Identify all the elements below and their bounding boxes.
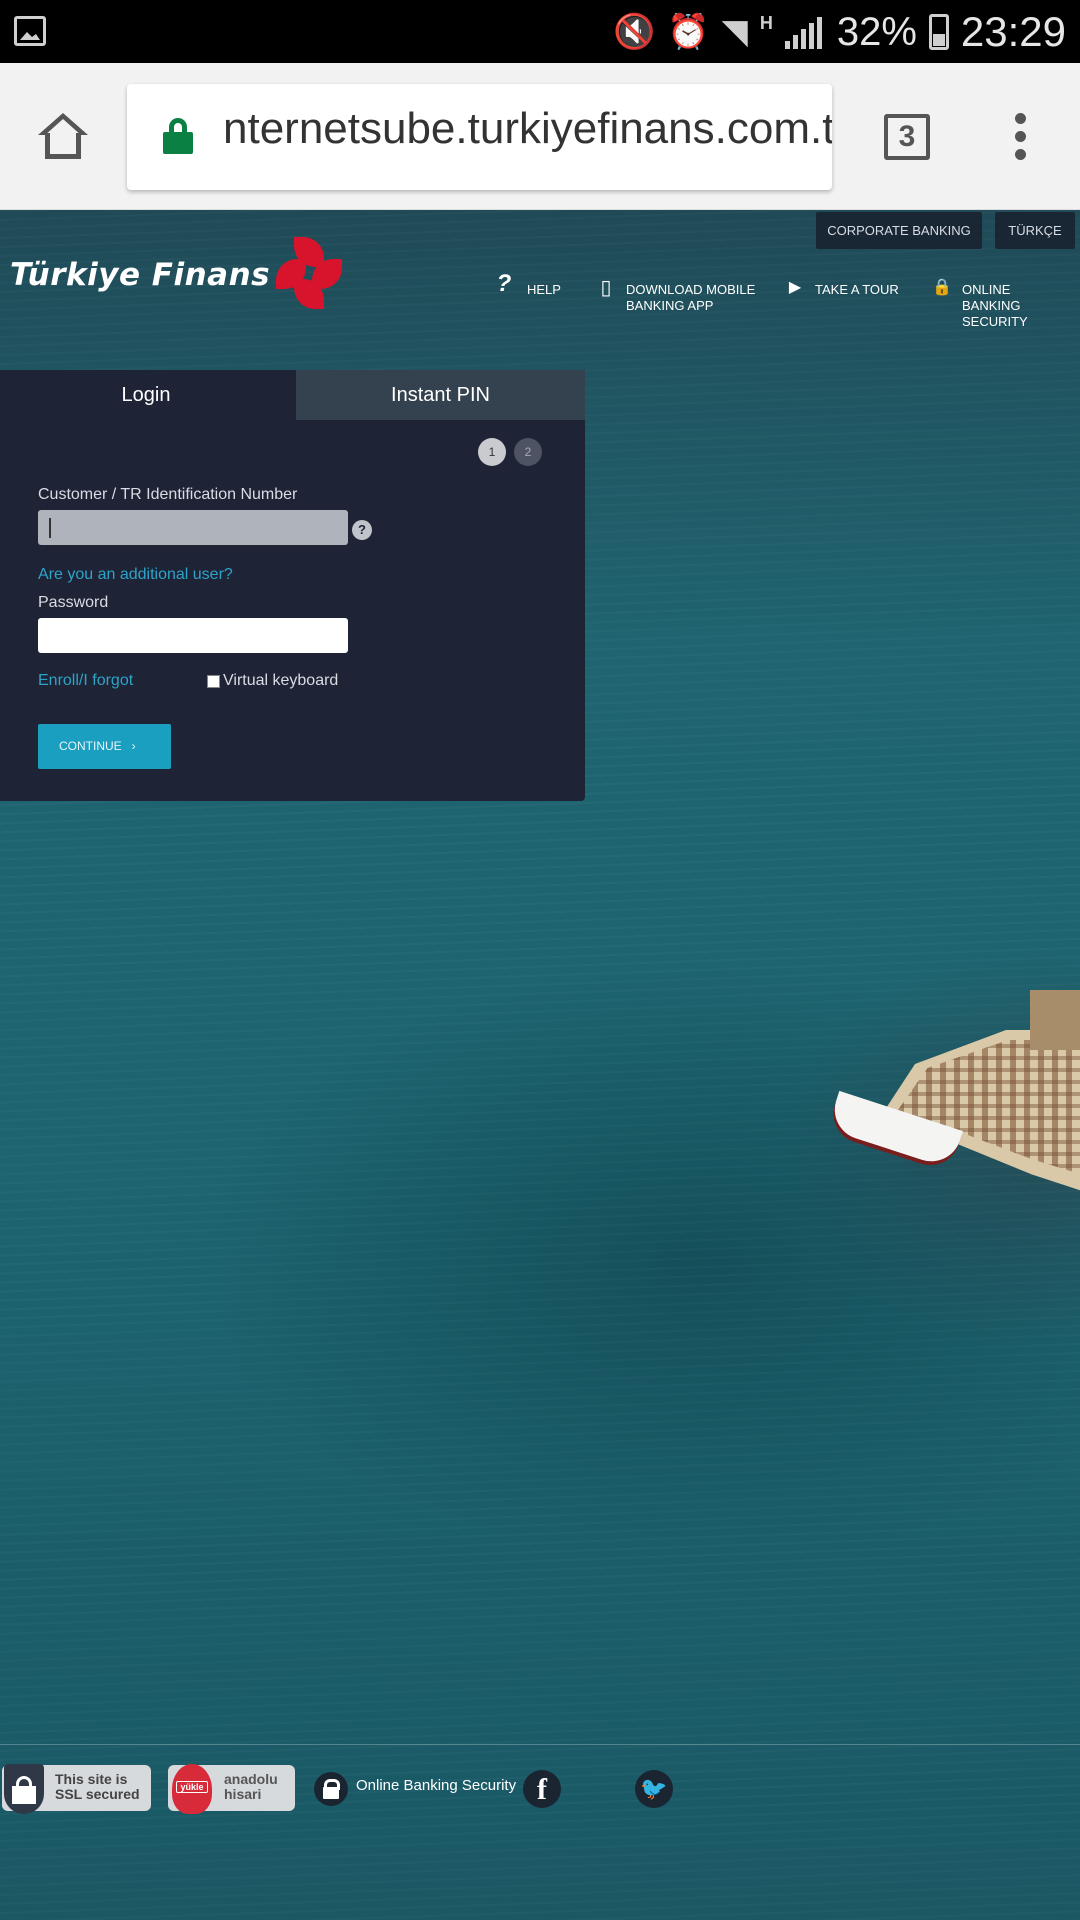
mute-icon: 🔇 (612, 12, 656, 52)
tab-instant-pin[interactable]: Instant PIN (296, 370, 585, 420)
nav-help[interactable]: ? HELP (497, 272, 561, 298)
nav-download-app[interactable]: ▯ DOWNLOAD MOBILE BANKING APP (600, 278, 755, 314)
url-bar[interactable]: nternetsube.turkiyefinans.com.tr (127, 84, 832, 190)
browser-toolbar: nternetsube.turkiyefinans.com.tr 3 (0, 63, 1080, 210)
web-page: Türkiye Finans CORPORATE BANKING TÜRKÇE … (0, 210, 1080, 1920)
clock: 23:29 (960, 8, 1066, 55)
ssl-shield-icon (4, 1764, 44, 1814)
online-security-lock-icon[interactable] (314, 1772, 348, 1806)
tulip-logo-icon (274, 237, 344, 313)
continue-button[interactable]: CONTINUE › (38, 724, 171, 769)
network-type: H (759, 12, 773, 33)
help-question-icon[interactable]: ? (352, 520, 372, 540)
nav-online-security[interactable]: 🔒 ONLINE BANKING SECURITY (932, 280, 1080, 330)
tab-switcher-button[interactable]: 3 (884, 114, 930, 160)
anadolu-hisari-shield-icon: yükle (172, 1764, 212, 1814)
chevron-right-icon: › (131, 739, 136, 753)
mobile-phone-icon: ▯ (600, 277, 612, 299)
alarm-icon: ⏰ (667, 12, 710, 52)
enroll-forgot-link[interactable]: Enroll/I forgot (38, 672, 133, 690)
nav-take-tour[interactable]: ▶ TAKE A TOUR (789, 280, 899, 298)
customer-number-input[interactable] (38, 510, 348, 545)
twitter-icon[interactable]: 🐦 (635, 1770, 673, 1808)
virtual-keyboard-checkbox[interactable] (207, 674, 220, 688)
status-icons: 🔇 ⏰ ◥ H 32% 23:29 (613, 8, 1066, 56)
online-banking-security-link[interactable]: Online Banking Security (356, 1777, 516, 1794)
password-label: Password (38, 594, 109, 611)
corporate-banking-button[interactable]: CORPORATE BANKING (816, 212, 982, 249)
step-indicator-1: 1 (478, 438, 506, 466)
footer-divider (0, 1744, 1080, 1745)
play-icon: ▶ (788, 279, 802, 296)
facebook-icon[interactable]: f (523, 1770, 561, 1808)
signal-icon (784, 15, 825, 49)
language-button[interactable]: TÜRKÇE (995, 212, 1075, 249)
battery-icon (928, 14, 949, 50)
status-bar: 🔇 ⏰ ◥ H 32% 23:29 (0, 0, 1080, 63)
virtual-keyboard-label: Virtual keyboard (223, 672, 339, 689)
padlock-icon: 🔒 (932, 279, 952, 296)
help-icon: ? (496, 270, 512, 297)
battery-percent: 32% (836, 9, 917, 54)
fortress-image (827, 990, 1080, 1220)
step-indicator-2: 2 (514, 438, 542, 466)
lock-icon (163, 118, 193, 154)
tab-login[interactable]: Login (0, 370, 292, 420)
additional-user-link[interactable]: Are you an additional user? (38, 566, 233, 584)
logo[interactable]: Türkiye Finans (10, 237, 344, 309)
url-text[interactable]: nternetsube.turkiyefinans.com.tr (223, 104, 832, 154)
wifi-icon: ◥ (721, 12, 748, 52)
gallery-icon (14, 16, 46, 46)
overflow-menu-icon[interactable] (1010, 113, 1030, 163)
customer-number-label: Customer / TR Identification Number (38, 486, 298, 503)
virtual-keyboard-option[interactable]: Virtual keyboard (207, 672, 338, 690)
logo-text: Türkiye Finans (10, 257, 271, 293)
password-input[interactable] (38, 618, 348, 653)
home-icon[interactable] (38, 113, 88, 159)
login-panel: Login Instant PIN 1 2 Customer / TR Iden… (0, 370, 585, 801)
